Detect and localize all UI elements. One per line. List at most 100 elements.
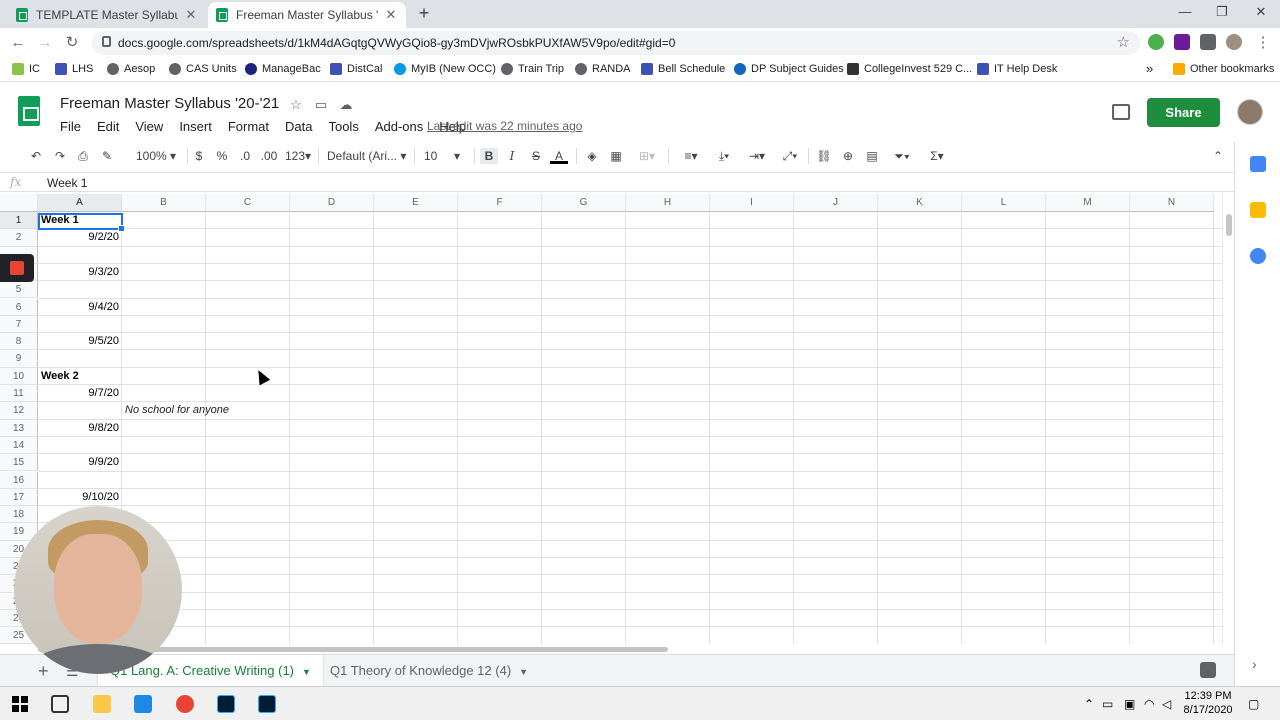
redo-icon[interactable]: ↷ bbox=[52, 148, 68, 164]
row-header[interactable]: 15 bbox=[0, 454, 38, 472]
sheets-logo-icon[interactable] bbox=[18, 96, 40, 126]
document-title[interactable]: Freeman Master Syllabus '20-'21 bbox=[60, 95, 279, 112]
insert-link-icon[interactable]: ⛓ bbox=[816, 148, 832, 164]
bookmark-dp-subject-guides[interactable]: DP Subject Guides bbox=[734, 63, 844, 75]
undo-icon[interactable]: ↶ bbox=[28, 148, 44, 164]
menu-tools[interactable]: Tools bbox=[320, 118, 366, 136]
wifi-icon[interactable]: ◠ bbox=[1144, 697, 1154, 711]
row-header[interactable]: 9 bbox=[0, 350, 38, 368]
menu-insert[interactable]: Insert bbox=[171, 118, 220, 136]
file-explorer-icon[interactable] bbox=[93, 695, 111, 713]
extension-icon[interactable] bbox=[1148, 34, 1164, 50]
bookmarks-overflow-icon[interactable]: » bbox=[1146, 61, 1153, 76]
bookmark-myib[interactable]: MyIB (New OCC) bbox=[394, 63, 496, 75]
spreadsheet-grid[interactable]: A B C D E F G H I J K L M N 1 2 5 6 7 8 9 10 11 12 13 14 15 16 17 18 1… bbox=[0, 194, 1222, 644]
bookmark-distcal[interactable]: DistCal bbox=[330, 63, 382, 75]
column-header-k[interactable]: K bbox=[878, 194, 962, 212]
move-folder-icon[interactable]: ▭ bbox=[313, 97, 329, 113]
sheet-tab-theory-of-knowledge[interactable]: Q1 Theory of Knowledge 12 (4) ▼ bbox=[318, 655, 540, 686]
bookmark-lhs[interactable]: LHS bbox=[55, 63, 93, 75]
row-header[interactable]: 11 bbox=[0, 385, 38, 403]
menu-add-ons[interactable]: Add-ons bbox=[367, 118, 431, 136]
bold-button[interactable]: B bbox=[480, 148, 498, 164]
forward-icon[interactable]: → bbox=[36, 34, 54, 52]
menu-format[interactable]: Format bbox=[220, 118, 277, 136]
volume-icon[interactable]: ◁ bbox=[1162, 697, 1171, 711]
strikethrough-button[interactable]: S bbox=[528, 148, 544, 164]
notifications-icon[interactable]: ▢ bbox=[1248, 697, 1259, 711]
back-icon[interactable]: ← bbox=[9, 34, 27, 52]
cell-a10[interactable]: Week 2 bbox=[41, 370, 79, 382]
column-header-m[interactable]: M bbox=[1046, 194, 1130, 212]
text-wrapping-icon[interactable]: ⇥▾ bbox=[743, 148, 771, 164]
column-header-j[interactable]: J bbox=[794, 194, 878, 212]
percent-format-button[interactable]: % bbox=[214, 148, 230, 164]
horizontal-scrollbar[interactable] bbox=[38, 644, 1222, 654]
formula-input[interactable]: Week 1 bbox=[47, 176, 87, 190]
print-icon[interactable]: ⎙ bbox=[75, 148, 91, 164]
filter-icon[interactable]: ⏷▾ bbox=[888, 148, 916, 164]
horizontal-align-icon[interactable]: ≡▾ bbox=[678, 148, 704, 164]
cell-a4[interactable]: 9/3/20 bbox=[38, 266, 119, 278]
column-header-l[interactable]: L bbox=[962, 194, 1046, 212]
row-header[interactable]: 8 bbox=[0, 333, 38, 351]
collapse-toolbar-icon[interactable]: ⌃ bbox=[1210, 148, 1226, 164]
row-header[interactable]: 6 bbox=[0, 298, 38, 316]
row-header[interactable]: 10 bbox=[0, 367, 38, 385]
browser-menu-icon[interactable]: ⋮ bbox=[1254, 34, 1272, 52]
column-header-e[interactable]: E bbox=[374, 194, 458, 212]
menu-view[interactable]: View bbox=[127, 118, 171, 136]
column-header-d[interactable]: D bbox=[290, 194, 374, 212]
close-tab-icon[interactable]: ✕ bbox=[384, 7, 398, 23]
battery-icon[interactable]: ▭ bbox=[1102, 697, 1113, 711]
photoshop-icon[interactable] bbox=[217, 695, 235, 713]
increase-decimal-button[interactable]: .00 bbox=[259, 148, 279, 164]
row-header[interactable]: 5 bbox=[0, 281, 38, 299]
bookmark-aesop[interactable]: Aesop bbox=[107, 63, 155, 75]
tray-overflow-icon[interactable]: ⌃ bbox=[1084, 697, 1094, 711]
record-button[interactable] bbox=[0, 254, 34, 282]
star-icon[interactable]: ☆ bbox=[288, 97, 304, 113]
browser-tab-freeman[interactable]: Freeman Master Syllabus '20-'21 ✕ bbox=[208, 2, 406, 28]
select-all-corner[interactable] bbox=[0, 194, 38, 212]
text-color-button[interactable]: A bbox=[550, 148, 568, 164]
calendar-icon[interactable] bbox=[1250, 156, 1266, 172]
chrome-icon[interactable] bbox=[176, 695, 194, 713]
cell-a17[interactable]: 9/10/20 bbox=[38, 491, 119, 503]
reload-icon[interactable]: ↻ bbox=[63, 34, 81, 52]
merge-cells-icon[interactable]: ⊞▾ bbox=[634, 148, 660, 164]
column-header-i[interactable]: I bbox=[710, 194, 794, 212]
row-header[interactable]: 18 bbox=[0, 506, 38, 524]
cell-a2[interactable]: 9/2/20 bbox=[38, 231, 119, 243]
row-header[interactable]: 13 bbox=[0, 419, 38, 437]
cart-extension-icon[interactable] bbox=[1174, 34, 1190, 50]
caret-down-icon[interactable]: ▼ bbox=[302, 667, 311, 677]
lightroom-icon[interactable] bbox=[258, 695, 276, 713]
keep-icon[interactable] bbox=[1250, 202, 1266, 218]
bookmark-bell-schedule[interactable]: Bell Schedule bbox=[641, 63, 725, 75]
menu-file[interactable]: File bbox=[52, 118, 89, 136]
vertical-scroll-thumb[interactable] bbox=[1226, 214, 1232, 236]
italic-button[interactable]: I bbox=[504, 148, 520, 164]
row-header[interactable]: 14 bbox=[0, 436, 38, 455]
comments-icon[interactable] bbox=[1112, 104, 1130, 120]
row-header[interactable]: 16 bbox=[0, 471, 38, 489]
column-header-f[interactable]: F bbox=[458, 194, 542, 212]
row-header[interactable]: 17 bbox=[0, 488, 38, 507]
vertical-scrollbar[interactable] bbox=[1222, 194, 1234, 644]
number-format-select[interactable]: 123▾ bbox=[283, 148, 313, 164]
calculator-icon[interactable] bbox=[134, 695, 152, 713]
other-bookmarks[interactable]: Other bookmarks bbox=[1173, 63, 1274, 75]
bookmark-managebac[interactable]: ManageBac bbox=[245, 63, 321, 75]
share-button[interactable]: Share bbox=[1147, 98, 1220, 127]
row-header[interactable]: 7 bbox=[0, 315, 38, 334]
system-clock[interactable]: 12:39 PM 8/17/2020 bbox=[1176, 689, 1240, 717]
expand-panel-icon[interactable]: › bbox=[1252, 656, 1257, 672]
close-window-icon[interactable]: ✕ bbox=[1250, 4, 1272, 22]
minimize-window-icon[interactable]: — bbox=[1174, 4, 1196, 22]
windows-start-icon[interactable] bbox=[12, 696, 28, 712]
insert-chart-icon[interactable]: ▤ bbox=[864, 148, 880, 164]
paint-format-icon[interactable]: ✎ bbox=[99, 148, 115, 164]
new-tab-button[interactable]: + bbox=[415, 4, 433, 22]
close-tab-icon[interactable]: ✕ bbox=[184, 7, 198, 23]
